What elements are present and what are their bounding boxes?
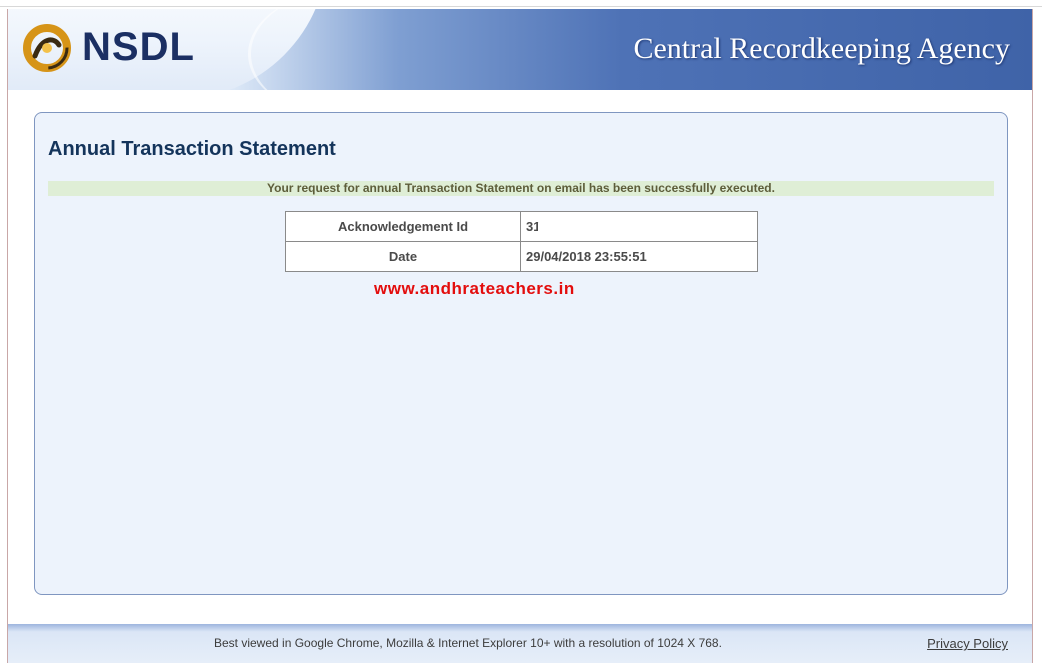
table-row: Date 29/04/2018 23:55:51 bbox=[285, 241, 758, 272]
date-value: 29/04/2018 23:55:51 bbox=[520, 241, 758, 272]
page-title: Annual Transaction Statement bbox=[48, 138, 336, 160]
watermark-text: www.andhrateachers.in bbox=[374, 279, 575, 298]
acknowledgement-table: Acknowledgement Id 31 Date 29/04/2018 23… bbox=[285, 211, 758, 272]
date-label: Date bbox=[285, 241, 521, 272]
ack-id-label: Acknowledgement Id bbox=[285, 211, 521, 242]
nsdl-logo-icon bbox=[23, 24, 71, 72]
site-footer: Best viewed in Google Chrome, Mozilla & … bbox=[8, 624, 1032, 663]
browser-top-edge bbox=[0, 0, 1042, 7]
content-panel: Annual Transaction Statement Your reques… bbox=[34, 112, 1008, 595]
agency-name: Central Recordkeeping Agency bbox=[633, 32, 1010, 65]
redaction-mask bbox=[538, 222, 613, 233]
success-message: Your request for annual Transaction Stat… bbox=[48, 181, 994, 196]
brand-name: NSDL bbox=[82, 25, 195, 69]
browser-note: Best viewed in Google Chrome, Mozilla & … bbox=[214, 636, 722, 650]
table-row: Acknowledgement Id 31 bbox=[285, 211, 758, 242]
privacy-policy-link[interactable]: Privacy Policy bbox=[927, 636, 1008, 651]
page-frame: NSDL Central Recordkeeping Agency Annual… bbox=[7, 9, 1033, 663]
ack-id-value: 31 bbox=[520, 211, 758, 242]
site-header: NSDL Central Recordkeeping Agency bbox=[8, 9, 1032, 90]
